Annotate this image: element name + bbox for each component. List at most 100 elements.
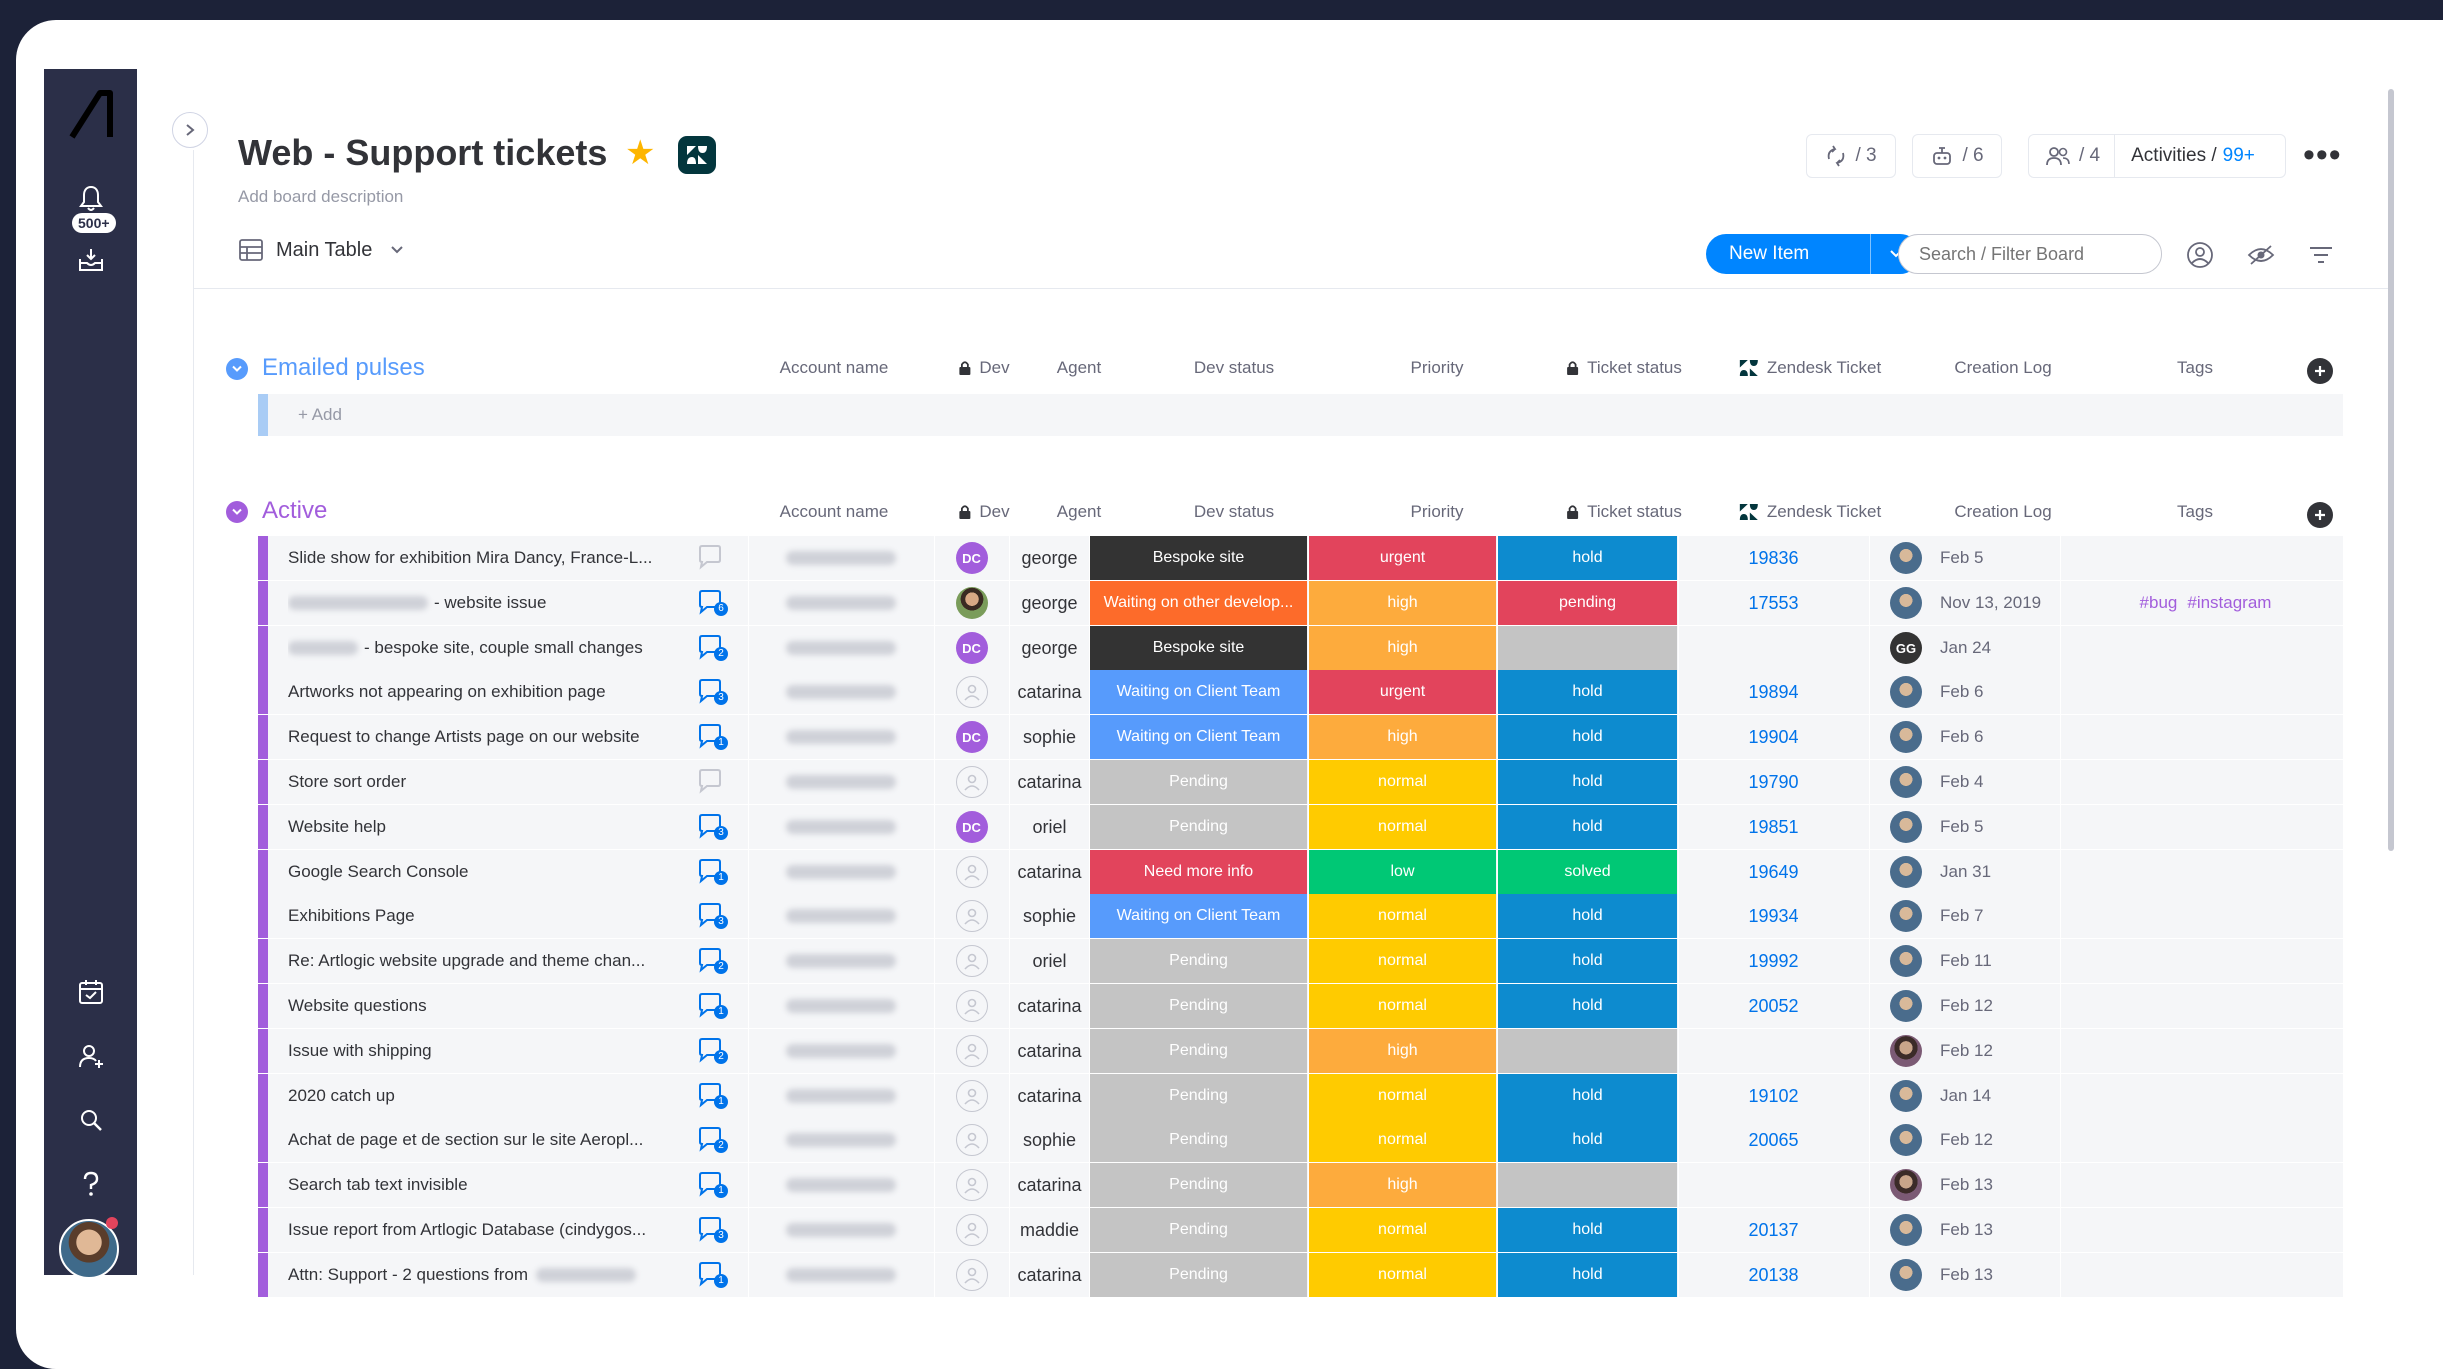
zendesk-ticket-link[interactable]: 19649 [1678,850,1868,894]
zendesk-ticket-link[interactable] [1678,1163,1868,1207]
dev-status-label[interactable]: Pending [1089,939,1307,983]
priority-label[interactable]: high [1308,581,1496,625]
column-header-zendesk[interactable]: Zendesk Ticket [1739,502,1881,522]
ticket-status-label[interactable]: hold [1497,1208,1677,1252]
updates-bubble-icon[interactable] [688,760,734,804]
table-row[interactable]: Exhibitions Page 3 sophie Waiting on Client… [258,894,2343,938]
updates-bubble-icon[interactable]: 6 [688,581,734,625]
agent-cell[interactable]: sophie [1009,1118,1089,1162]
updates-bubble-icon[interactable]: 3 [688,1208,734,1252]
account-name-cell[interactable] [748,760,933,804]
agent-cell[interactable]: oriel [1009,805,1089,849]
tags-cell[interactable] [2060,626,2350,670]
zendesk-ticket-link[interactable] [1678,1029,1868,1073]
updates-bubble-icon[interactable]: 1 [688,1074,734,1118]
table-row[interactable]: Issue with shipping 2 catarina Pending high F… [258,1029,2343,1073]
column-header-creation-log[interactable]: Creation Log [1954,358,2051,378]
account-name-cell[interactable] [748,1029,933,1073]
ticket-status-label[interactable]: hold [1497,1074,1677,1118]
priority-label[interactable]: high [1308,626,1496,670]
ticket-status-label[interactable] [1497,1163,1677,1207]
dev-status-label[interactable]: Pending [1089,805,1307,849]
account-name-cell[interactable] [748,894,933,938]
group-collapse-toggle[interactable] [226,358,248,380]
table-row[interactable]: - website issue 6 george Waiting on other d… [258,581,2343,625]
agent-cell[interactable]: oriel [1009,939,1089,983]
inbox-icon[interactable] [74,243,108,277]
column-header-zendesk[interactable]: Zendesk Ticket [1739,358,1881,378]
zendesk-ticket-link[interactable]: 19894 [1678,670,1868,714]
group-collapse-toggle[interactable] [226,501,248,523]
priority-label[interactable]: high [1308,1163,1496,1207]
column-header-dev-status[interactable]: Dev status [1194,502,1274,522]
tags-cell[interactable] [2060,984,2350,1028]
ticket-status-label[interactable]: hold [1497,1118,1677,1162]
table-row[interactable]: Artworks not appearing on exhibition pag… [258,670,2343,714]
table-row[interactable]: Website questions 1 catarina Pending normal h… [258,984,2343,1028]
ticket-status-label[interactable] [1497,626,1677,670]
tags-cell[interactable] [2060,850,2350,894]
priority-label[interactable]: high [1308,715,1496,759]
priority-label[interactable]: low [1308,850,1496,894]
agent-cell[interactable]: catarina [1009,1163,1089,1207]
column-header-dev[interactable]: Dev [958,358,1010,378]
dev-cell[interactable] [934,581,1008,625]
zendesk-ticket-link[interactable]: 19934 [1678,894,1868,938]
column-header-dev[interactable]: Dev [958,502,1010,522]
dev-cell[interactable] [934,1208,1008,1252]
account-name-cell[interactable] [748,715,933,759]
tags-cell[interactable] [2060,1163,2350,1207]
tags-cell[interactable] [2060,1074,2350,1118]
tags-cell[interactable] [2060,715,2350,759]
agent-cell[interactable]: catarina [1009,984,1089,1028]
group-title[interactable]: Active [262,497,327,525]
account-name-cell[interactable] [748,939,933,983]
dev-cell[interactable] [934,760,1008,804]
account-name-cell[interactable] [748,670,933,714]
tags-cell[interactable] [2060,1253,2350,1297]
ticket-status-label[interactable]: pending [1497,581,1677,625]
priority-label[interactable]: normal [1308,1118,1496,1162]
search-icon[interactable] [74,1103,108,1137]
dev-cell[interactable] [934,984,1008,1028]
table-row[interactable]: Slide show for exhibition Mira Dancy, Fr… [258,536,2343,580]
dev-cell[interactable]: DC [934,715,1008,759]
dev-cell[interactable]: DC [934,626,1008,670]
priority-label[interactable]: high [1308,1029,1496,1073]
zendesk-ticket-link[interactable]: 17553 [1678,581,1868,625]
priority-label[interactable]: urgent [1308,670,1496,714]
tags-cell[interactable]: #bug #instagram [2060,581,2350,625]
dev-status-label[interactable]: Pending [1089,1253,1307,1297]
account-name-cell[interactable] [748,805,933,849]
add-column-button[interactable] [2307,358,2333,384]
dev-cell[interactable] [934,670,1008,714]
updates-bubble-icon[interactable]: 1 [688,1163,734,1207]
activities-button[interactable]: Activities / 99+ [2115,145,2255,167]
table-row[interactable]: 2020 catch up 1 catarina Pending normal hold 1… [258,1074,2343,1118]
tags-cell[interactable] [2060,1208,2350,1252]
ticket-status-label[interactable]: hold [1497,939,1677,983]
dev-cell[interactable] [934,939,1008,983]
zendesk-ticket-link[interactable]: 19790 [1678,760,1868,804]
column-header-priority[interactable]: Priority [1411,502,1464,522]
dev-status-label[interactable]: Pending [1089,1163,1307,1207]
bell-icon[interactable] [74,181,108,215]
agent-cell[interactable]: catarina [1009,850,1089,894]
dev-cell[interactable] [934,1163,1008,1207]
ticket-status-label[interactable]: hold [1497,984,1677,1028]
column-header-dev-status[interactable]: Dev status [1194,358,1274,378]
agent-cell[interactable]: sophie [1009,715,1089,759]
column-header-agent[interactable]: Agent [1057,358,1101,378]
agent-cell[interactable]: maddie [1009,1208,1089,1252]
help-icon[interactable] [74,1167,108,1201]
dev-cell[interactable] [934,1074,1008,1118]
dev-status-label[interactable]: Pending [1089,1074,1307,1118]
account-name-cell[interactable] [748,984,933,1028]
tags-cell[interactable] [2060,760,2350,804]
table-row[interactable]: Website help 3 DC oriel Pending normal hold 198… [258,805,2343,849]
invite-member-icon[interactable] [74,1039,108,1073]
zendesk-ticket-link[interactable] [1678,626,1868,670]
account-name-cell[interactable] [748,1163,933,1207]
ticket-status-label[interactable]: hold [1497,1253,1677,1297]
agent-cell[interactable]: catarina [1009,670,1089,714]
